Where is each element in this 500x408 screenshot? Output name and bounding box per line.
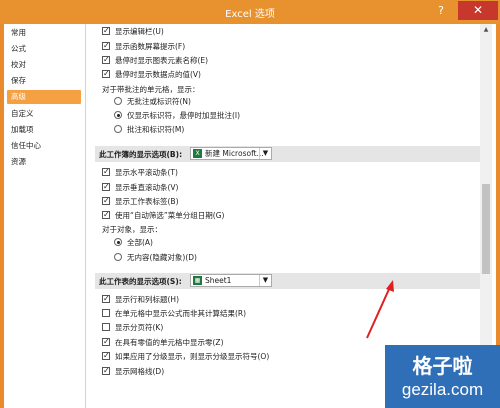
- watermark-logo: 格子啦 gezila.com: [385, 345, 500, 408]
- watermark-chinese: 格子啦: [412, 354, 473, 378]
- watermark-domain: gezila.com: [401, 380, 484, 399]
